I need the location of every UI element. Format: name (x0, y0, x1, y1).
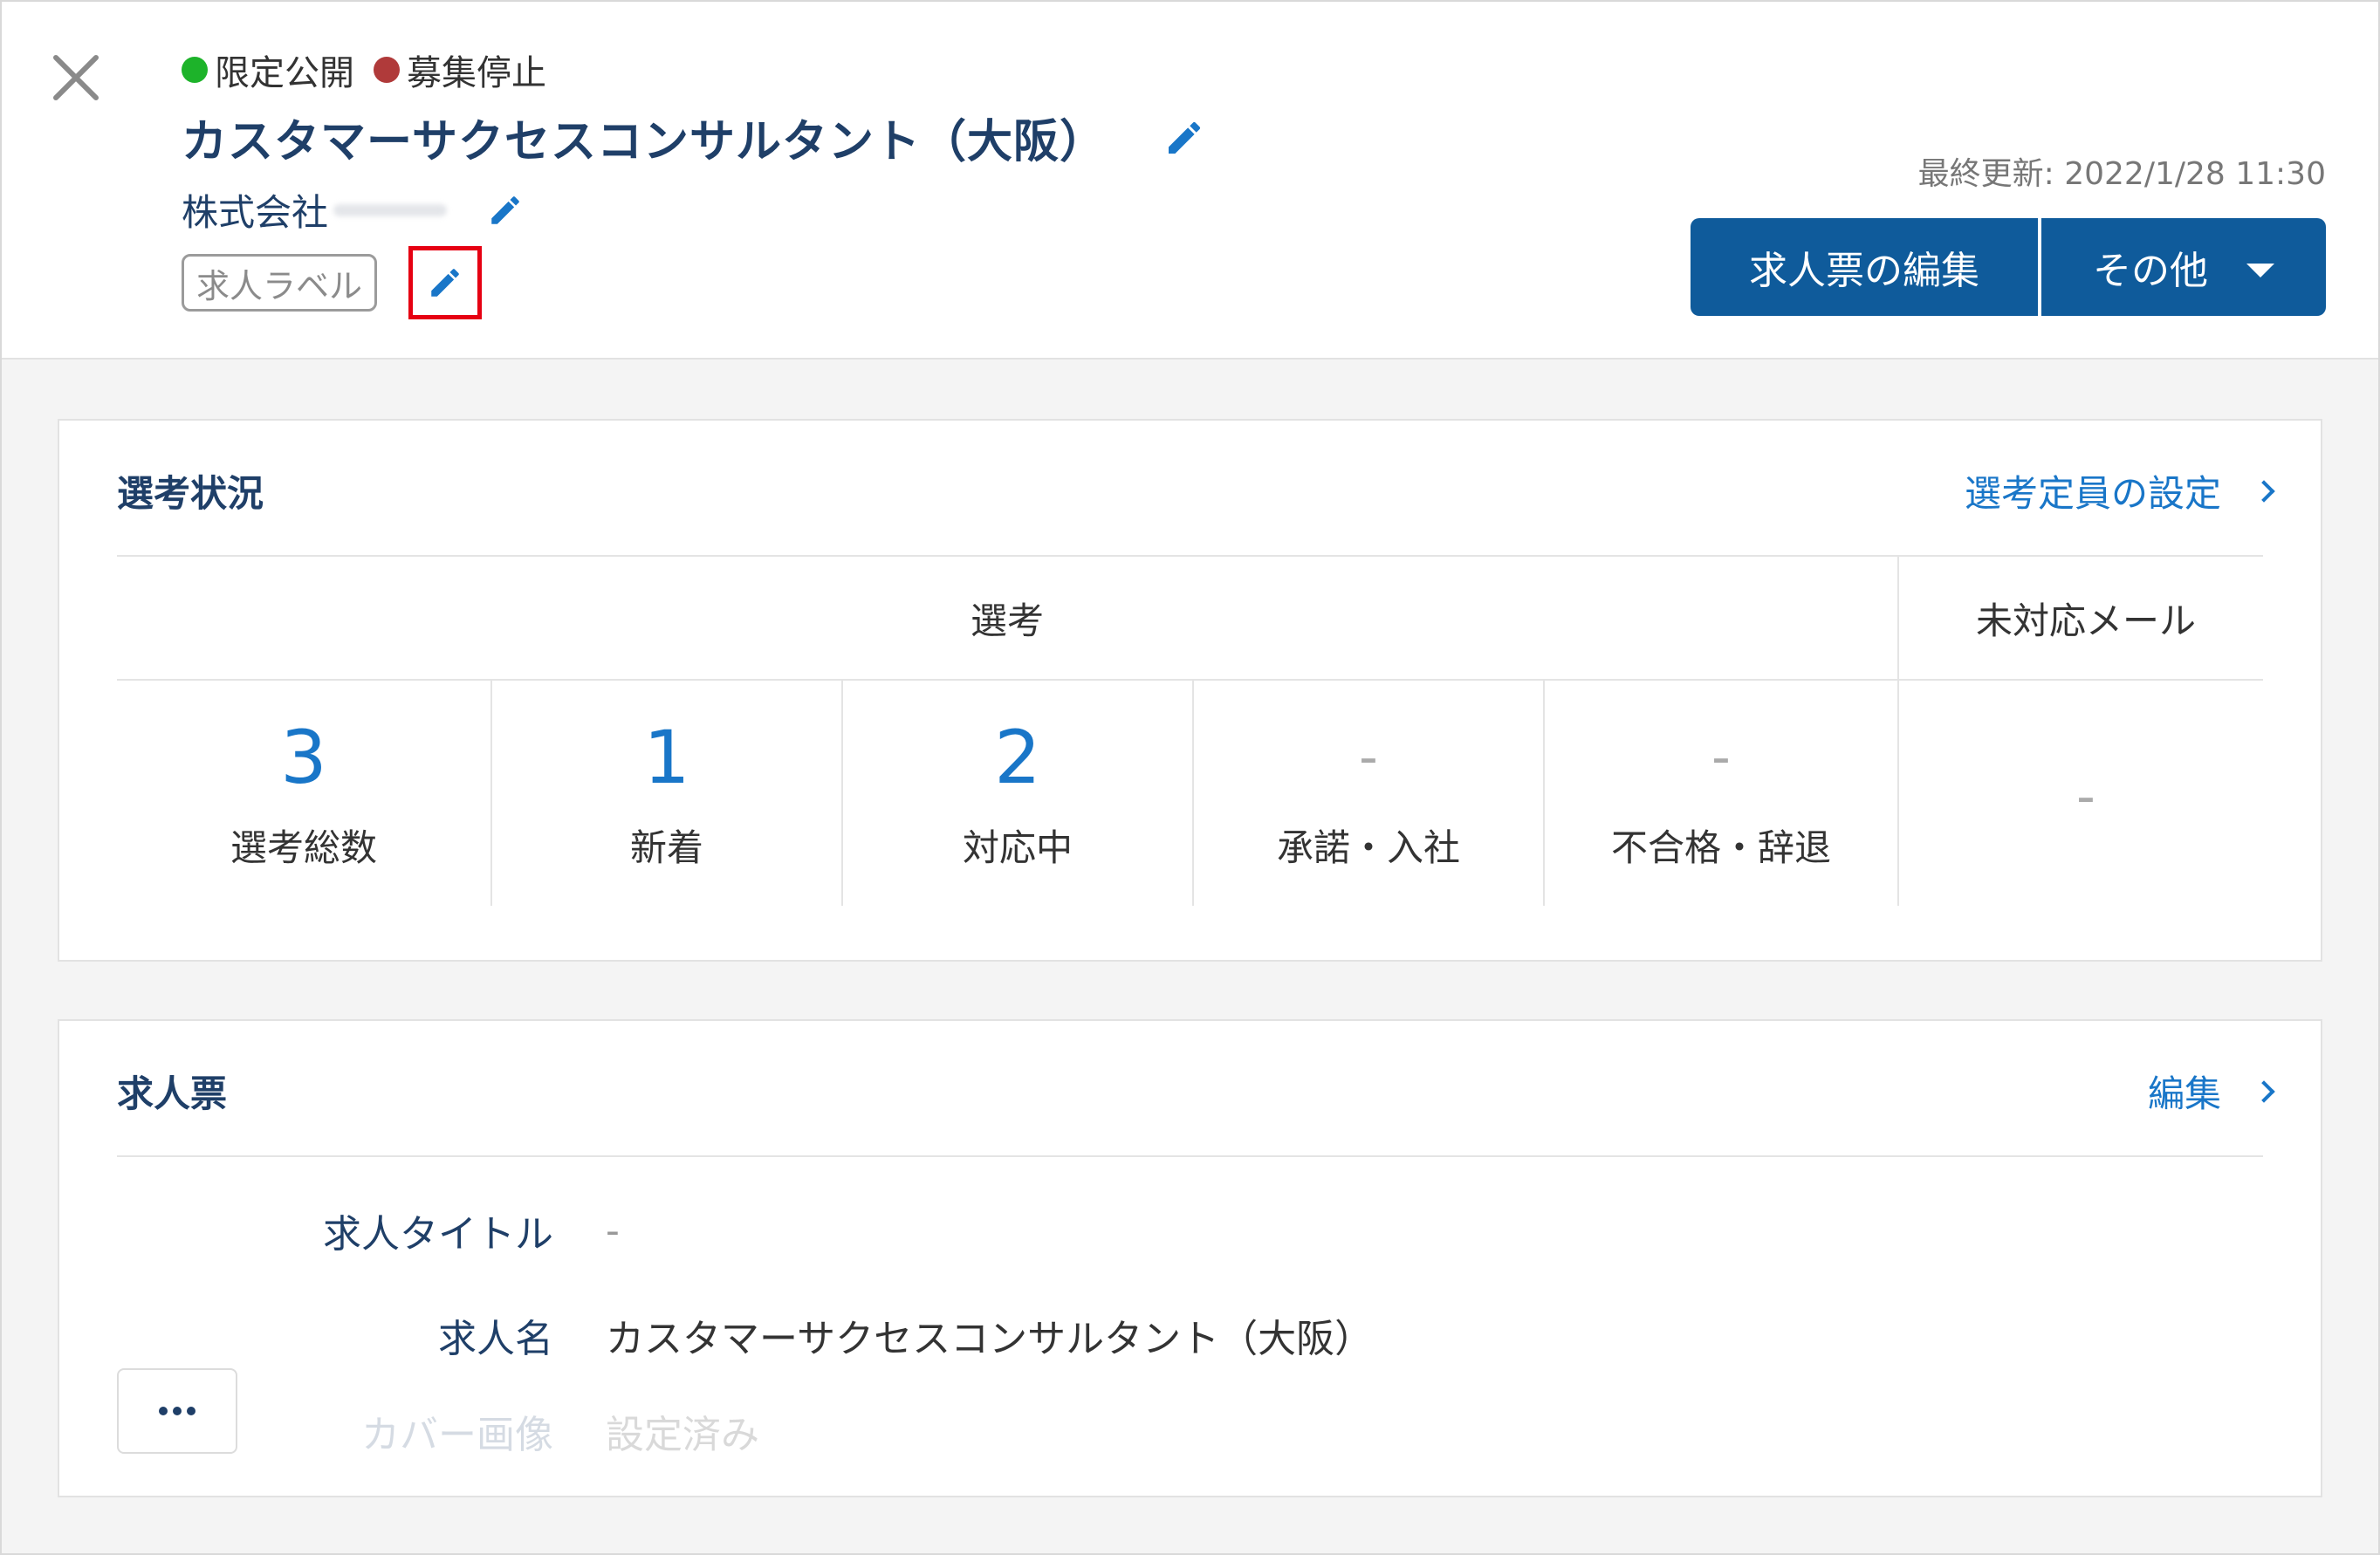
field-job-name-value: カスタマーサクセスコンサルタント（大阪） (606, 1317, 1374, 1361)
stat-in-progress-label: 対応中 (962, 825, 1073, 869)
header-actions: 求人票の編集 その他 (1691, 218, 2326, 316)
column-header-selection: 選考 (970, 599, 1044, 642)
ellipsis-icon (159, 1407, 195, 1415)
status-indicators: 限定公開 募集停止 (182, 45, 546, 94)
stat-accepted-label: 承諾・入社 (1276, 825, 1460, 869)
caret-down-icon (2246, 264, 2274, 277)
field-job-name-label: 求人名 (438, 1317, 553, 1361)
stat-new-label: 新着 (629, 825, 703, 869)
stat-rejected-label: 不合格・辞退 (1610, 825, 1831, 869)
stat-in-progress-value: 2 (994, 714, 1041, 800)
divider (117, 1155, 2263, 1157)
edit-job-sheet-button[interactable]: 求人票の編集 (1691, 218, 2038, 316)
stat-new-value: 1 (643, 714, 690, 800)
job-label-row: 求人ラベル (182, 246, 483, 319)
status-public-label: 限定公開 (215, 53, 354, 93)
stat-rejected[interactable]: - 不合格・辞退 (1545, 681, 1897, 906)
company-name-redacted (333, 203, 448, 216)
stat-in-progress[interactable]: 2 対応中 (843, 681, 1192, 906)
stat-new[interactable]: 1 新着 (492, 681, 841, 906)
chevron-right-icon (2253, 479, 2275, 503)
job-header: 限定公開 募集停止 カスタマーサクセスコンサルタント（大阪） 株式会社 求人ラベ… (2, 2, 2378, 360)
title-row: カスタマーサクセスコンサルタント（大阪） (182, 105, 1205, 170)
selection-capacity-link[interactable]: 選考定員の設定 (1964, 464, 2275, 517)
stat-unhandled-mail[interactable]: - (1899, 681, 2273, 906)
company-name: 株式会社 (182, 191, 329, 234)
stat-total[interactable]: 3 選考総数 (117, 681, 490, 906)
field-cover-image: カバー画像 設定済み (117, 1405, 2263, 1457)
edit-company-pencil-icon[interactable] (487, 192, 524, 229)
edit-label-highlight[interactable] (408, 246, 483, 319)
job-detail-panel: 限定公開 募集停止 カスタマーサクセスコンサルタント（大阪） 株式会社 求人ラベ… (0, 0, 2380, 1555)
chevron-right-icon (2253, 1079, 2275, 1103)
field-cover-image-value: 設定済み (606, 1413, 759, 1457)
selection-status-heading: 選考状況 (117, 472, 264, 515)
field-job-name: 求人名 カスタマーサクセスコンサルタント（大阪） (117, 1309, 2263, 1361)
last-updated: 最終更新: 2022/1/28 11:30 (1917, 156, 2326, 192)
status-dot-public (182, 57, 208, 83)
more-options-button[interactable] (117, 1368, 237, 1454)
stat-accepted-value: - (1359, 726, 1378, 788)
job-sheet-heading: 求人票 (117, 1072, 228, 1115)
selection-status-card: 選考状況 選考定員の設定 選考 未対応メール 3 選考総数 1 新着 2 対応中 (58, 419, 2322, 962)
job-sheet-card: 求人票 編集 求人タイトル - 求人名 カスタマーサクセスコンサルタント（大阪）… (58, 1019, 2322, 1497)
job-sheet-edit-link[interactable]: 編集 (2147, 1065, 2275, 1118)
stat-total-label: 選考総数 (230, 825, 377, 869)
company-row: 株式会社 (182, 183, 524, 236)
column-header-unhandled-mail: 未対応メール (1975, 599, 2196, 642)
other-menu-button[interactable]: その他 (2041, 218, 2326, 316)
job-title: カスタマーサクセスコンサルタント（大阪） (182, 116, 1106, 168)
job-label-chip[interactable]: 求人ラベル (182, 254, 378, 312)
field-job-title-value: - (606, 1208, 620, 1253)
job-sheet-edit-link-label: 編集 (2147, 1072, 2221, 1115)
field-job-title: 求人タイトル - (117, 1204, 2263, 1257)
stat-unhandled-mail-value: - (2076, 766, 2095, 827)
edit-label-pencil-icon[interactable] (427, 264, 463, 301)
stat-rejected-value: - (1711, 726, 1731, 788)
selection-table: 選考 未対応メール 3 選考総数 1 新着 2 対応中 - 承諾・入社 - 不合… (117, 557, 2263, 906)
edit-title-pencil-icon[interactable] (1163, 117, 1205, 159)
stat-total-value: 3 (280, 714, 327, 800)
other-menu-label: その他 (2093, 249, 2208, 293)
field-job-title-label: 求人タイトル (323, 1212, 553, 1257)
status-dot-stopped (374, 57, 400, 83)
selection-capacity-link-label: 選考定員の設定 (1964, 472, 2221, 515)
stat-accepted[interactable]: - 承諾・入社 (1194, 681, 1543, 906)
status-stopped-label: 募集停止 (407, 53, 546, 93)
close-icon[interactable] (49, 51, 103, 105)
